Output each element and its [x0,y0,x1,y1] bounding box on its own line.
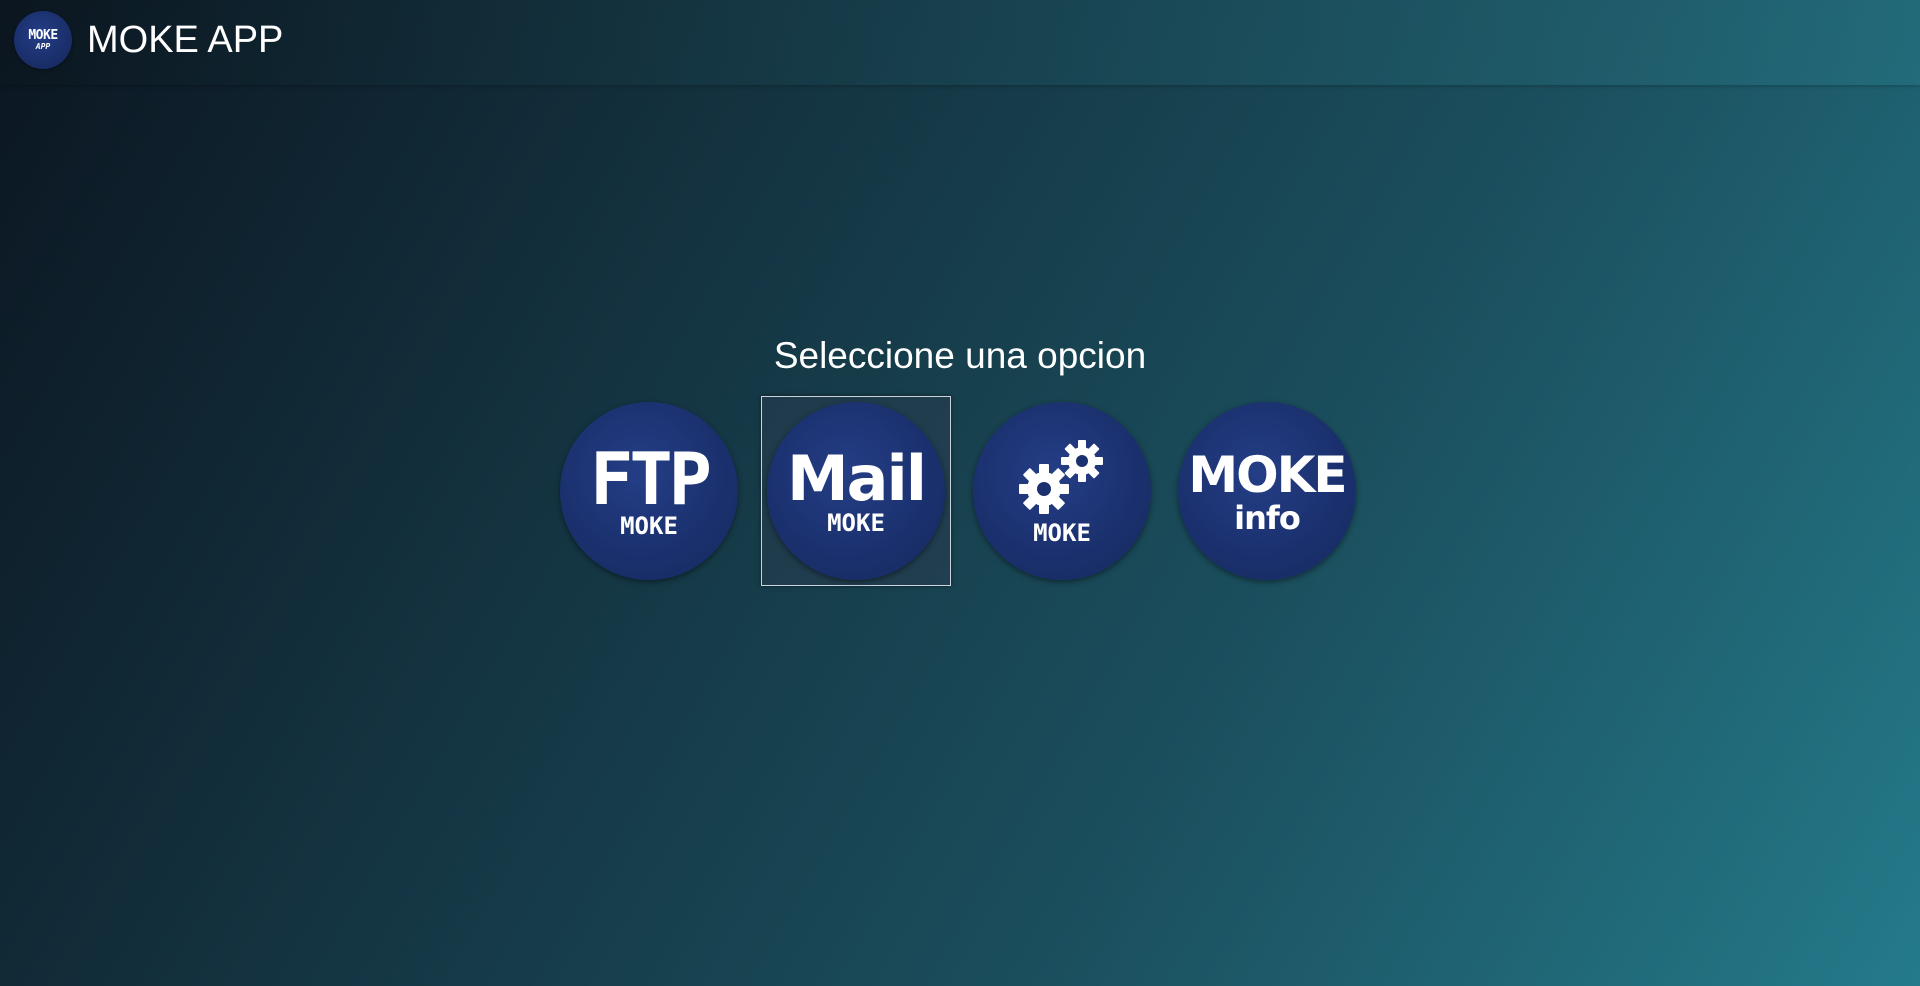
app-title: MOKE APP [87,19,284,61]
mail-icon: Mail MOKE [767,402,945,580]
mail-sublabel: MOKE [827,509,885,537]
settings-sublabel: MOKE [1033,519,1091,547]
ftp-label: FTP [589,437,712,521]
info-icon: MOKE info [1178,402,1356,580]
settings-moke-button[interactable]: MOKE [967,396,1157,586]
select-option-prompt: Seleccione una opcion [773,335,1147,376]
logo-line2: APP [35,42,51,51]
moke-app-logo: MOKE APP [14,11,72,69]
ftp-icon: FTP MOKE [560,402,738,580]
info-label: MOKE [1188,446,1347,504]
ftp-moke-button[interactable]: FTP MOKE [554,396,744,586]
moke-info-button[interactable]: MOKE info [1172,396,1362,586]
logo-line1: MOKE [28,28,58,43]
gears-icon: MOKE [973,402,1151,580]
mail-label: Mail [786,442,927,515]
gears-glyph-icon [1019,440,1103,514]
mail-moke-button[interactable]: Mail MOKE [761,396,951,586]
ftp-sublabel: MOKE [620,512,678,540]
info-sublabel: info [1234,499,1301,537]
top-bar: MOKE APP MOKE APP [0,0,1920,85]
